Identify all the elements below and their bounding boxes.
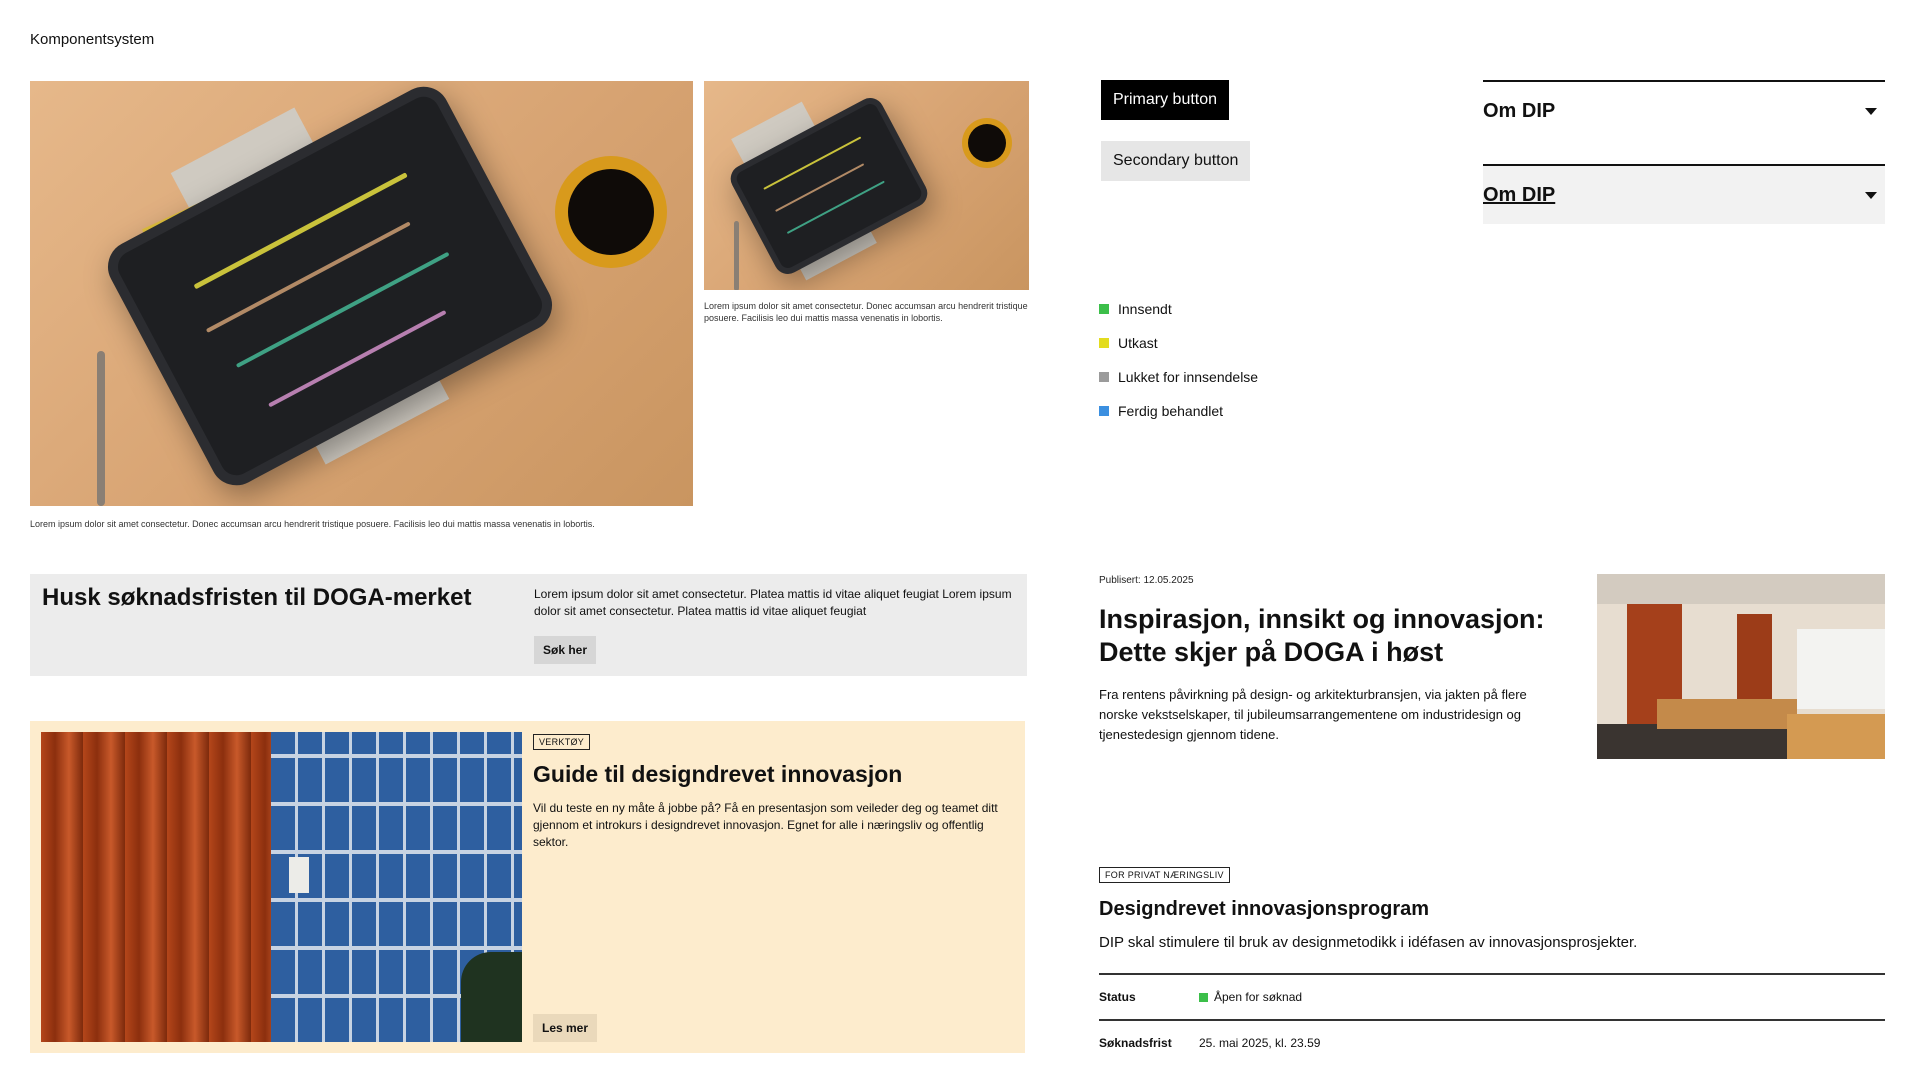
status-text: Åpen for søknad bbox=[1214, 990, 1303, 1004]
legend-item-lukket: Lukket for innsendelse bbox=[1099, 360, 1258, 394]
legend-item-innsendt: Innsendt bbox=[1099, 292, 1258, 326]
tag-label: FOR PRIVAT NÆRINGSLIV bbox=[1099, 867, 1230, 883]
accordion-om-dip[interactable]: Om DIP bbox=[1483, 80, 1885, 140]
promo-text: Vil du teste en ny måte å jobbe på? Få e… bbox=[533, 801, 998, 849]
status-square-icon bbox=[1099, 372, 1109, 382]
hero-image-large bbox=[30, 81, 693, 506]
page-title: Komponentsystem bbox=[30, 31, 155, 48]
legend-item-utkast: Utkast bbox=[1099, 326, 1258, 360]
program-title: Designdrevet innovasjonsprogram bbox=[1099, 898, 1430, 920]
category-tag: VERKTØY bbox=[533, 734, 591, 750]
deadline-text: Lorem ipsum dolor sit amet consectetur. … bbox=[534, 587, 1012, 618]
deadline-banner: Husk søknadsfristen til DOGA-merket Lore… bbox=[30, 574, 1027, 676]
accordion-title: Om DIP bbox=[1483, 99, 1556, 122]
article-title[interactable]: Inspirasjon, innsikt og innovasjon: Dett… bbox=[1099, 603, 1579, 669]
promo-card: VERKTØY Guide til designdrevet innovasjo… bbox=[30, 721, 1025, 1053]
accordion-title: Om DIP bbox=[1483, 183, 1556, 206]
article-text: Fra rentens påvirkning på design- og ark… bbox=[1099, 687, 1527, 742]
program-info-table: Status Åpen for søknad Søknadsfrist 25. … bbox=[1099, 973, 1885, 1065]
status-square-icon bbox=[1099, 338, 1109, 348]
table-row: Søknadsfrist 25. mai 2025, kl. 23.59 bbox=[1099, 1019, 1885, 1065]
status-square-icon bbox=[1099, 406, 1109, 416]
hero-image-small bbox=[704, 81, 1029, 290]
program-tag: FOR PRIVAT NÆRINGSLIV bbox=[1099, 865, 1230, 883]
legend-item-ferdig: Ferdig behandlet bbox=[1099, 394, 1258, 428]
chevron-down-icon bbox=[1865, 107, 1877, 115]
image-caption-small: Lorem ipsum dolor sit amet consectetur. … bbox=[704, 301, 1028, 323]
row-value: Åpen for søknad bbox=[1199, 990, 1302, 1004]
promo-title: Guide til designdrevet innovasjon bbox=[533, 761, 903, 787]
chevron-down-icon bbox=[1865, 191, 1877, 199]
accordion-om-dip-hover[interactable]: Om DIP bbox=[1483, 164, 1885, 224]
primary-button[interactable]: Primary button bbox=[1101, 80, 1230, 120]
read-more-button[interactable]: Les mer bbox=[533, 1014, 598, 1042]
article-image bbox=[1597, 574, 1885, 759]
image-caption-large: Lorem ipsum dolor sit amet consectetur. … bbox=[30, 519, 595, 529]
published-date: Publisert: 12.05.2025 bbox=[1099, 575, 1194, 586]
row-key: Status bbox=[1099, 990, 1136, 1004]
status-square-icon bbox=[1199, 992, 1208, 1002]
row-key: Søknadsfrist bbox=[1099, 1036, 1172, 1050]
row-value: 25. mai 2025, kl. 23.59 bbox=[1199, 1036, 1321, 1050]
apply-button[interactable]: Søk her bbox=[534, 636, 597, 664]
table-row: Status Åpen for søknad bbox=[1099, 973, 1885, 1019]
secondary-button[interactable]: Secondary button bbox=[1101, 141, 1251, 181]
status-legend: Innsendt Utkast Lukket for innsendelse F… bbox=[1099, 292, 1258, 428]
legend-label: Utkast bbox=[1118, 335, 1158, 351]
program-description: DIP skal stimulere til bruk av designmet… bbox=[1099, 934, 1638, 951]
legend-label: Innsendt bbox=[1118, 301, 1172, 317]
status-square-icon bbox=[1099, 304, 1109, 314]
promo-image bbox=[41, 732, 522, 1042]
deadline-title: Husk søknadsfristen til DOGA-merket bbox=[42, 584, 472, 611]
legend-label: Ferdig behandlet bbox=[1118, 403, 1224, 419]
legend-label: Lukket for innsendelse bbox=[1118, 369, 1259, 385]
